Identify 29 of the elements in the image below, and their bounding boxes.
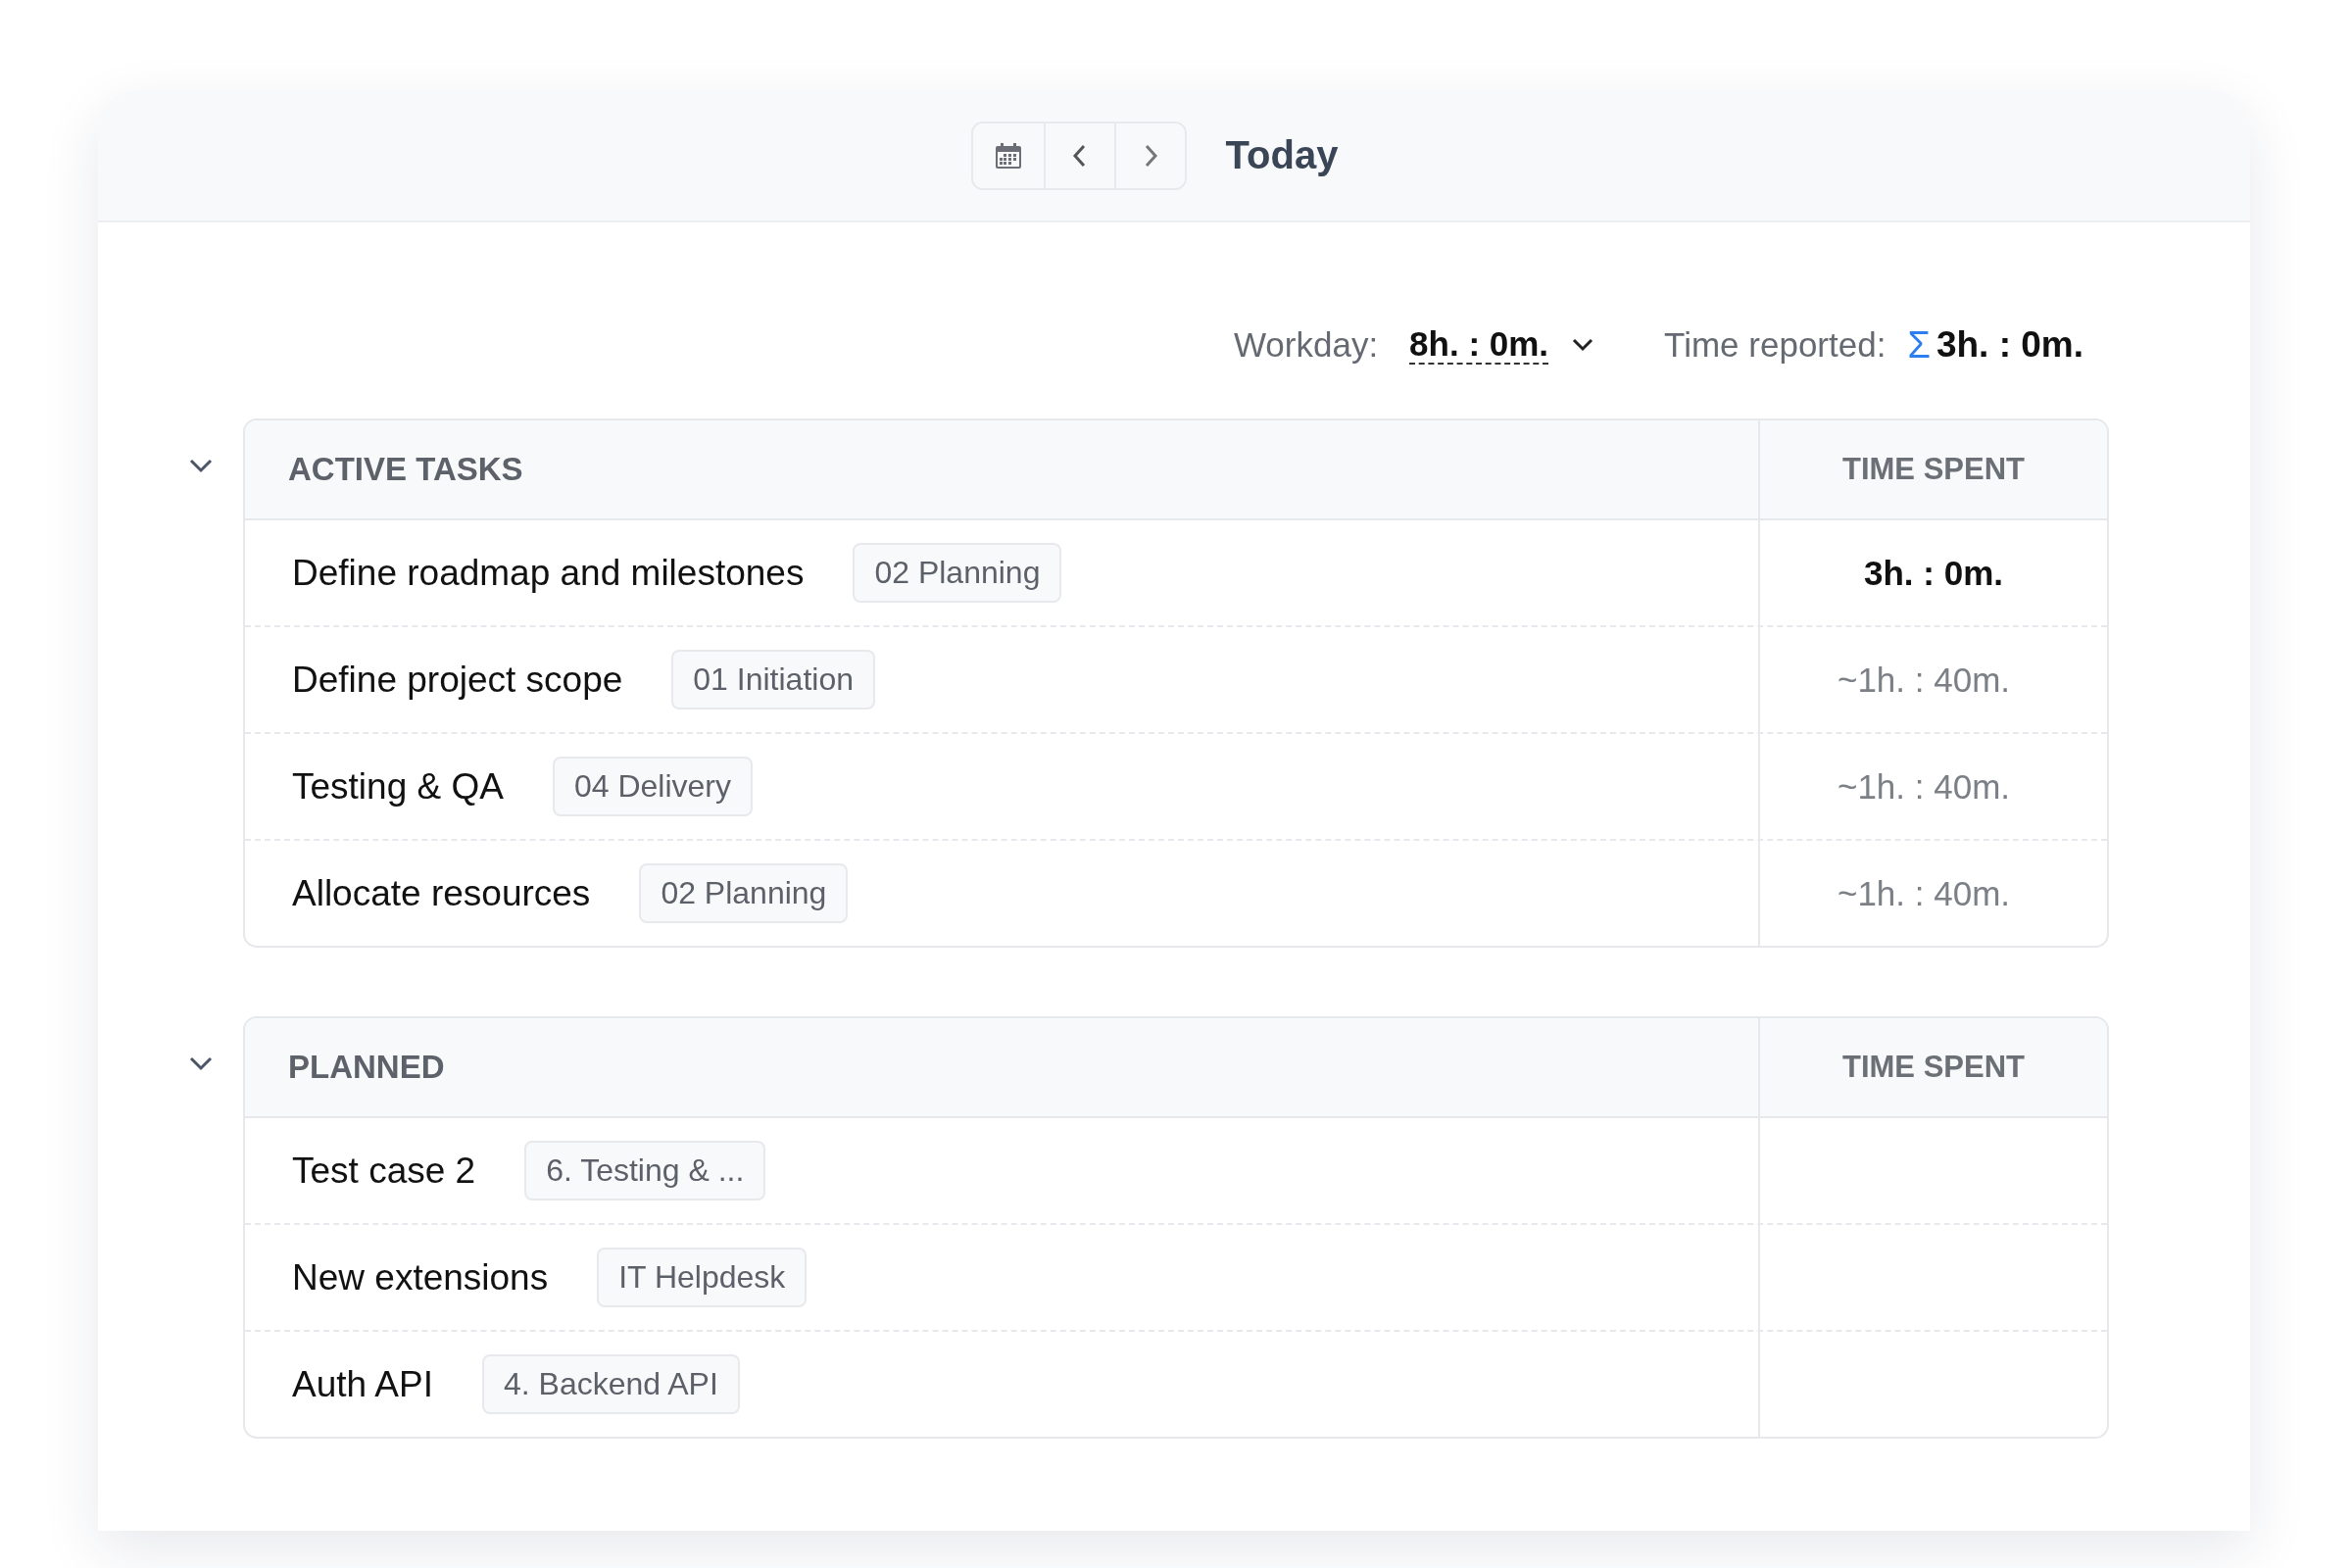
time-reported-value: 3h. : 0m. (1936, 324, 2083, 366)
column-heading: TIME SPENT (1758, 1018, 2107, 1116)
task-name[interactable]: Define roadmap and milestones (292, 552, 805, 594)
project-tag: 04 Delivery (552, 757, 753, 816)
project-tag: 01 Initiation (671, 650, 875, 710)
project-tag: 6. Testing & ... (524, 1141, 766, 1200)
project-tag: 02 Planning (853, 543, 1062, 603)
task-name[interactable]: Test case 2 (292, 1150, 476, 1192)
time-reported-label: Time reported: (1664, 325, 1886, 365)
task-name[interactable]: Auth API (292, 1363, 433, 1405)
task-name[interactable]: Define project scope (292, 659, 623, 701)
project-tag: 02 Planning (639, 863, 849, 923)
sum-icon: Σ (1907, 323, 1931, 367)
project-tag: IT Helpdesk (597, 1248, 808, 1307)
group-heading: PLANNED (287, 1049, 446, 1086)
workday-label: Workday: (1233, 325, 1379, 365)
time-estimate: ~1h. : 40m. (1837, 766, 2011, 807)
column-heading: TIME SPENT (1758, 420, 2107, 518)
calendar-icon (993, 140, 1023, 171)
task-name[interactable]: Testing & QA (292, 765, 504, 808)
time-estimate: ~1h. : 40m. (1837, 873, 2011, 913)
date-title: Today (1225, 133, 1339, 177)
group-heading: ACTIVE TASKS (287, 451, 524, 488)
time-spent: 3h. : 0m. (1864, 553, 2003, 593)
project-tag: 4. Backend API (482, 1354, 740, 1414)
workday-value[interactable]: 8h. : 0m. (1409, 324, 1549, 366)
task-name[interactable]: New extensions (292, 1256, 549, 1298)
task-name[interactable]: Allocate resources (292, 872, 591, 914)
time-estimate: ~1h. : 40m. (1837, 660, 2011, 700)
